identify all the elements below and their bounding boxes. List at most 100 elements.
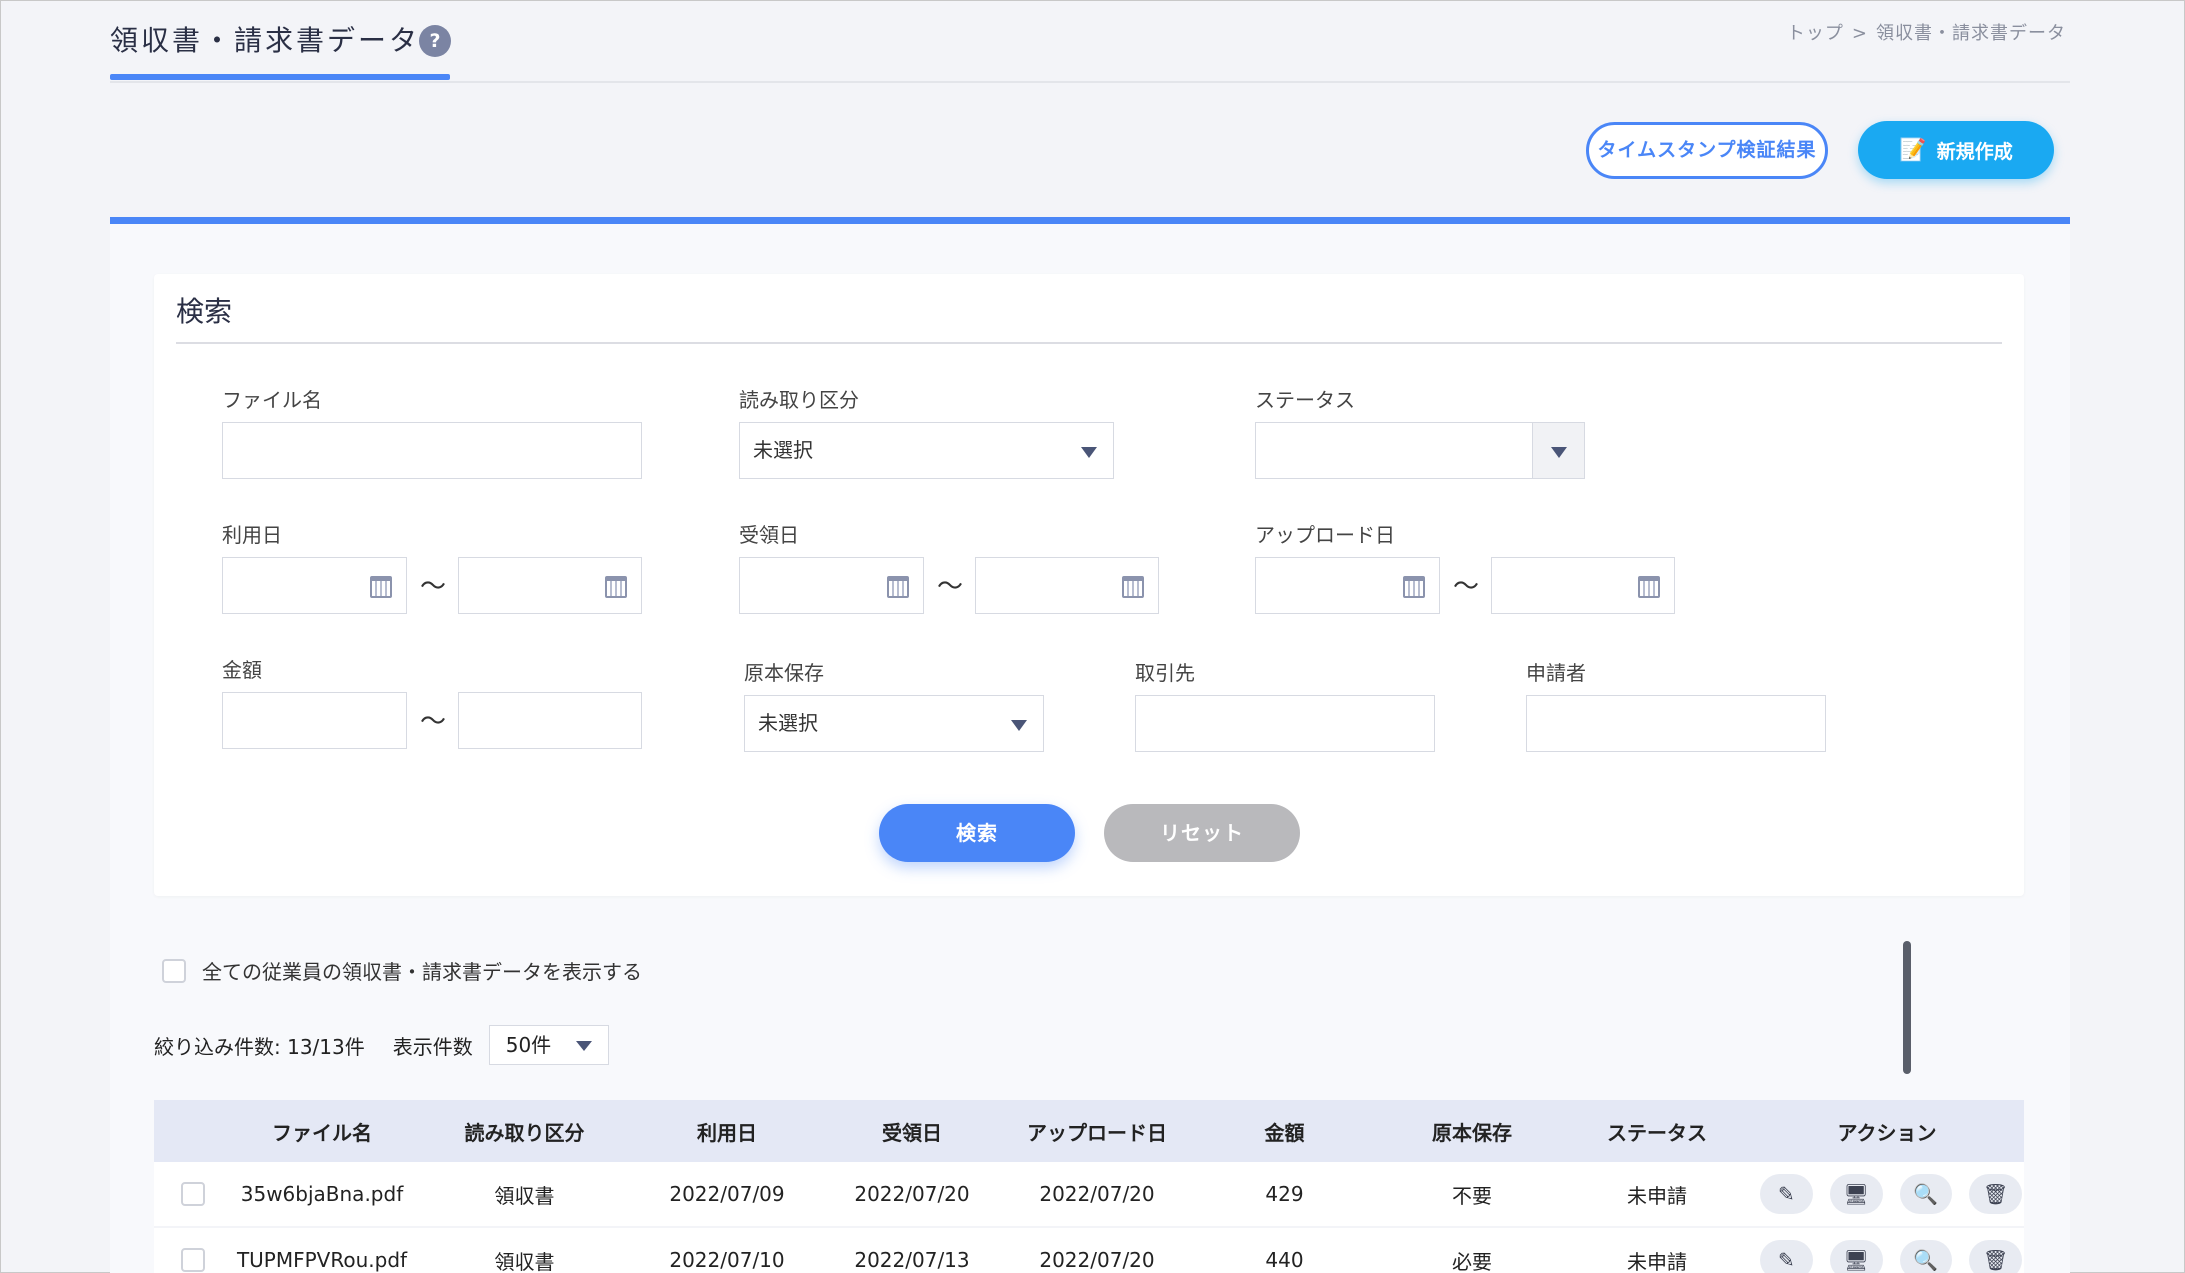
original-storage-value: 未選択: [758, 711, 818, 735]
timestamp-verify-button[interactable]: タイムスタンプ検証結果: [1586, 122, 1828, 179]
column-header[interactable]: ステータス: [1562, 1117, 1752, 1146]
partner-label: 取引先: [1135, 661, 1195, 685]
search-divider: [176, 342, 2002, 344]
table-row[interactable]: TUPMFPVRou.pdf 領収書 2022/07/10 2022/07/13…: [154, 1228, 2024, 1273]
preview-icon[interactable]: 🔍: [1899, 1174, 1953, 1214]
column-header: アクション: [1837, 1120, 1937, 1145]
calendar-icon[interactable]: [370, 576, 392, 598]
title-underline: [110, 74, 450, 80]
upload-date-cell: 2022/07/20: [1039, 1182, 1155, 1206]
chevron-down-icon: [1011, 720, 1027, 731]
chevron-down-icon: [1551, 447, 1567, 458]
new-create-button[interactable]: 📝 新規作成: [1858, 121, 2054, 179]
chevron-down-icon: [575, 1041, 592, 1051]
use-date-cell: 2022/07/10: [669, 1248, 785, 1272]
use-date-label: 利用日: [222, 523, 282, 547]
range-separator: 〜: [1453, 572, 1480, 602]
per-page-value: 50件: [505, 1033, 552, 1057]
original-storage-select[interactable]: 未選択: [744, 695, 1044, 752]
action-cell: ✎ 🖥 🔍 🗑: [1752, 1174, 2022, 1214]
read-type-label: 読み取り区分: [739, 388, 859, 412]
edit-icon[interactable]: ✎: [1760, 1174, 1813, 1214]
receipts-table: ファイル名 読み取り区分 利用日 受領日 アップロード日 金額 原本保存 ステー…: [154, 1100, 2024, 1273]
edit-document-icon: 📝: [1899, 137, 1927, 163]
calendar-icon[interactable]: [1403, 576, 1425, 598]
page-title: 領収書・請求書データ: [110, 24, 421, 57]
receive-date-label: 受領日: [739, 523, 799, 547]
use-date-to-input[interactable]: [458, 557, 642, 614]
receive-date-from-input[interactable]: [739, 557, 924, 614]
row-checkbox[interactable]: [181, 1248, 205, 1272]
read-type-cell: 領収書: [494, 1183, 555, 1208]
column-header[interactable]: 原本保存: [1382, 1117, 1562, 1146]
trash-icon[interactable]: 🗑: [1969, 1174, 2022, 1214]
file-name-input[interactable]: [222, 422, 642, 479]
column-header[interactable]: ファイル名: [232, 1117, 412, 1146]
column-header[interactable]: 利用日: [637, 1117, 817, 1146]
original-storage-label: 原本保存: [744, 661, 824, 685]
chevron-down-icon: [1081, 447, 1097, 458]
range-separator: 〜: [937, 572, 964, 602]
column-header[interactable]: 読み取り区分: [412, 1117, 637, 1146]
original-storage-cell: 必要: [1452, 1249, 1492, 1273]
table-scrollbar[interactable]: [1903, 941, 1911, 1074]
action-cell: ✎ 🖥 🔍 🗑: [1752, 1240, 2022, 1273]
edit-icon[interactable]: ✎: [1760, 1240, 1813, 1273]
read-type-select[interactable]: 未選択: [739, 422, 1114, 479]
row-checkbox-cell: [154, 1182, 232, 1206]
file-name-cell: 35w6bjaBna.pdf: [240, 1182, 404, 1206]
monitor-icon[interactable]: 🖥: [1829, 1174, 1883, 1214]
upload-date-cell: 2022/07/20: [1039, 1248, 1155, 1272]
per-page-select[interactable]: 50件: [488, 1025, 609, 1065]
breadcrumb-current: 領収書・請求書データ: [1876, 23, 2066, 44]
preview-icon[interactable]: 🔍: [1899, 1240, 1953, 1273]
reset-button[interactable]: リセット: [1104, 804, 1300, 862]
breadcrumb-separator: >: [1851, 23, 1868, 44]
amount-to-input[interactable]: [458, 692, 642, 749]
breadcrumb-top-link[interactable]: トップ: [1787, 23, 1844, 44]
search-panel: 検索 ファイル名 読み取り区分 未選択 ステータス 利用日 〜 受領日 〜 アッ…: [154, 274, 2024, 896]
status-cell: 未申請: [1627, 1249, 1687, 1273]
column-header[interactable]: 受領日: [817, 1117, 1007, 1146]
calendar-icon[interactable]: [887, 576, 909, 598]
search-button[interactable]: 検索: [879, 804, 1075, 862]
help-icon[interactable]: ?: [419, 25, 451, 57]
upload-date-from-input[interactable]: [1255, 557, 1440, 614]
use-date-from-input[interactable]: [222, 557, 407, 614]
range-separator: 〜: [420, 572, 447, 602]
main-panel: 検索 ファイル名 読み取り区分 未選択 ステータス 利用日 〜 受領日 〜 アッ…: [110, 217, 2070, 1273]
column-header[interactable]: 金額: [1187, 1117, 1382, 1146]
calendar-icon[interactable]: [605, 576, 627, 598]
read-type-value: 未選択: [753, 438, 813, 462]
status-cell: 未申請: [1627, 1183, 1687, 1208]
calendar-icon[interactable]: [1122, 576, 1144, 598]
table-row[interactable]: 35w6bjaBna.pdf 領収書 2022/07/09 2022/07/20…: [154, 1162, 2024, 1228]
file-name-label: ファイル名: [222, 388, 322, 412]
partner-input[interactable]: [1135, 695, 1435, 752]
status-dropdown-toggle[interactable]: [1532, 423, 1584, 478]
search-heading: 検索: [176, 295, 233, 328]
calendar-icon[interactable]: [1638, 576, 1660, 598]
range-separator: 〜: [420, 707, 447, 737]
upload-date-to-input[interactable]: [1491, 557, 1675, 614]
amount-from-input[interactable]: [222, 692, 407, 749]
applicant-input[interactable]: [1526, 695, 1826, 752]
status-select[interactable]: [1255, 422, 1585, 479]
show-all-checkbox[interactable]: [162, 958, 186, 983]
row-checkbox[interactable]: [181, 1182, 205, 1206]
use-date-cell: 2022/07/09: [669, 1182, 785, 1206]
receive-date-to-input[interactable]: [975, 557, 1159, 614]
read-type-cell: 領収書: [494, 1249, 555, 1273]
amount-label: 金額: [222, 658, 262, 682]
breadcrumb: トップ > 領収書・請求書データ: [1783, 19, 2070, 45]
show-all-employees-option[interactable]: 全ての従業員の領収書・請求書データを表示する: [162, 956, 642, 985]
page-header: 領収書・請求書データ ? トップ > 領収書・請求書データ: [110, 1, 2070, 83]
trash-icon[interactable]: 🗑: [1969, 1240, 2022, 1273]
show-all-label: 全ての従業員の領収書・請求書データを表示する: [202, 960, 642, 984]
file-name-cell: TUPMFPVRou.pdf: [236, 1248, 408, 1272]
receive-date-cell: 2022/07/20: [854, 1182, 970, 1206]
status-label: ステータス: [1255, 388, 1355, 412]
amount-cell: 440: [1265, 1248, 1304, 1272]
column-header[interactable]: アップロード日: [1007, 1117, 1187, 1146]
monitor-icon[interactable]: 🖥: [1829, 1240, 1883, 1273]
